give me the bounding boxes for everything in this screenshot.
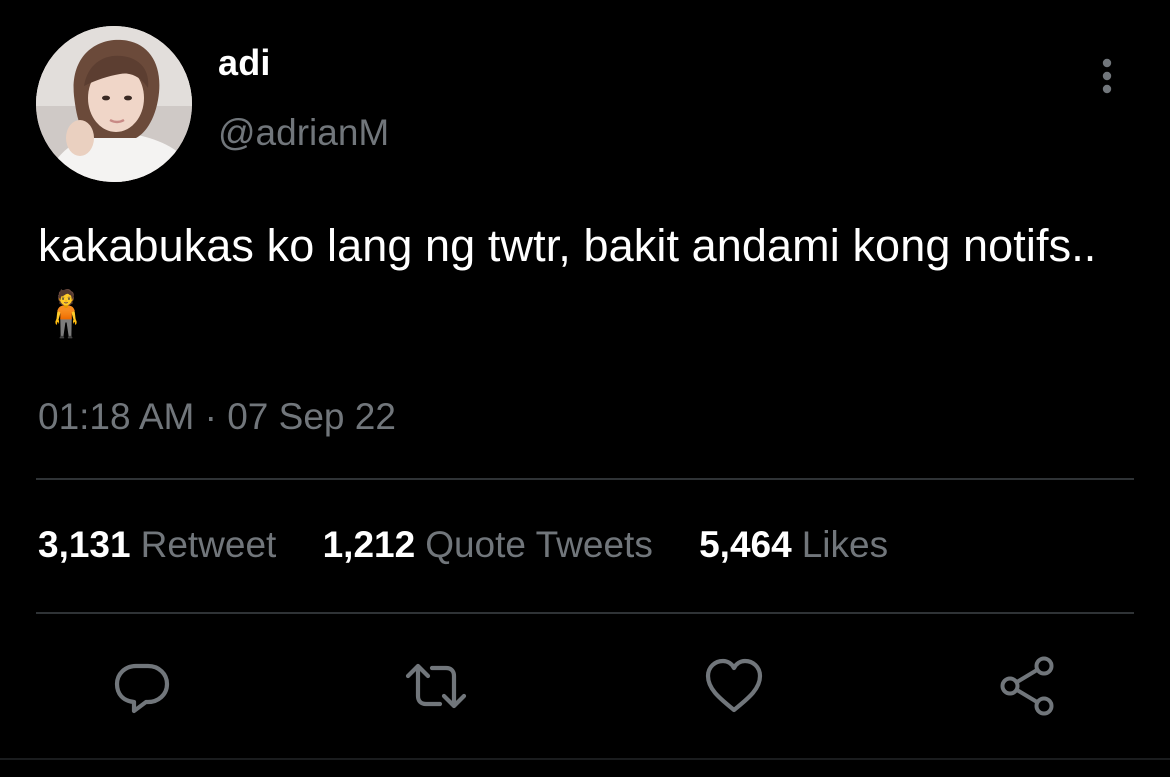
- display-name[interactable]: adi: [218, 42, 271, 84]
- retweet-icon: [405, 663, 467, 709]
- heart-icon: [705, 658, 763, 713]
- reply-button[interactable]: [110, 654, 174, 718]
- likes-link[interactable]: 5,464 Likes: [699, 524, 888, 566]
- retweet-count: 3,131: [38, 524, 131, 565]
- more-options-button[interactable]: [1090, 54, 1124, 98]
- reply-icon: [114, 663, 170, 714]
- divider: [0, 758, 1170, 760]
- tweet-timestamp[interactable]: 01:18 AM · 07 Sep 22: [38, 396, 396, 438]
- quote-tweets-count: 1,212: [322, 524, 416, 565]
- more-vertical-icon: [1102, 58, 1112, 94]
- tweet-stats: 3,131 Retweet 1,212 Quote Tweets 5,464 Like…: [38, 524, 924, 566]
- like-button[interactable]: [702, 654, 766, 718]
- likes-count: 5,464: [699, 524, 792, 565]
- quote-tweets-label: Quote Tweets: [425, 524, 653, 565]
- share-button[interactable]: [996, 654, 1060, 718]
- divider: [36, 612, 1134, 614]
- retweet-count-link[interactable]: 3,131 Retweet: [38, 524, 276, 566]
- tweet-detail: adi @adrianM kakabukas ko lang ng twtr, …: [0, 0, 1170, 777]
- quote-tweets-link[interactable]: 1,212 Quote Tweets: [323, 524, 653, 566]
- retweet-label: Retweet: [140, 524, 277, 565]
- user-handle[interactable]: @adrianM: [218, 112, 389, 154]
- avatar[interactable]: [36, 26, 192, 182]
- retweet-button[interactable]: [404, 654, 468, 718]
- likes-label: Likes: [801, 524, 889, 565]
- share-icon: [1000, 656, 1054, 716]
- tweet-text: kakabukas ko lang ng twtr, bakit andami …: [38, 220, 1097, 339]
- divider: [36, 478, 1134, 480]
